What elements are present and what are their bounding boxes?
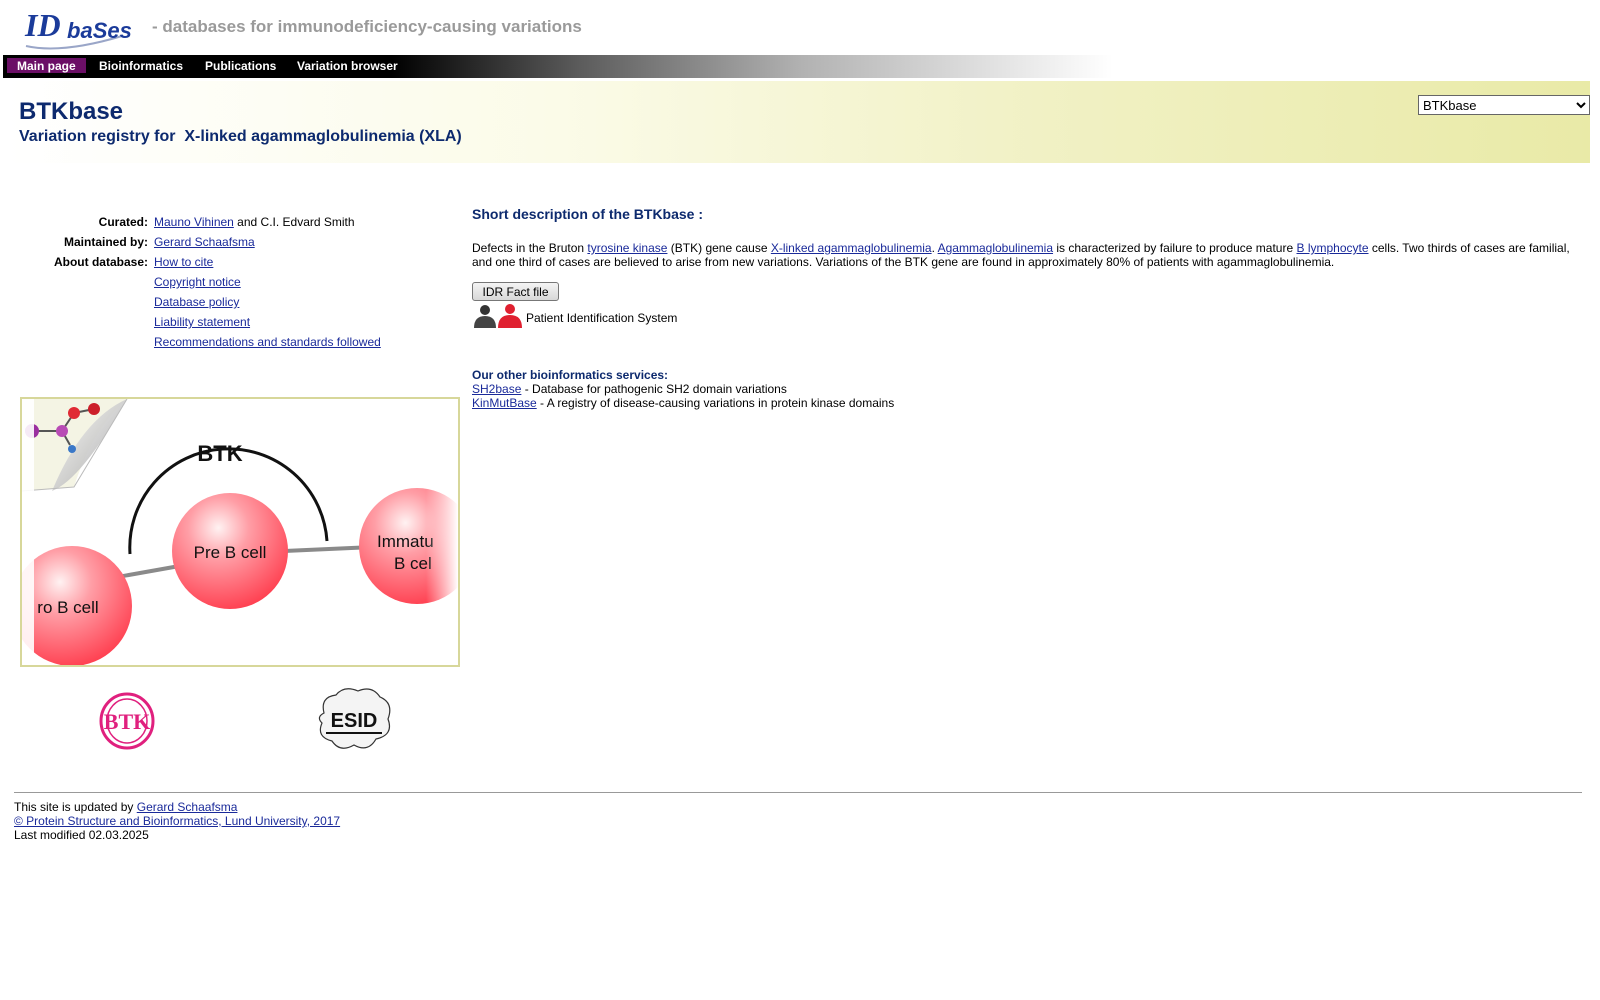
nav-publications[interactable]: Publications xyxy=(195,58,286,73)
logo-id-text: ID xyxy=(24,7,61,43)
liability-statement-link[interactable]: Liability statement xyxy=(154,315,250,329)
curated-value: Mauno Vihinen and C.I. Edvard Smith xyxy=(154,215,355,229)
pis-label: Patient Identification System xyxy=(526,311,678,325)
footer-divider xyxy=(14,792,1582,793)
about-link-cite: How to cite xyxy=(154,255,213,269)
database-policy-link[interactable]: Database policy xyxy=(154,295,239,309)
page-subtitle: Variation registry for X-linked agammagl… xyxy=(19,128,462,145)
patients-icon xyxy=(474,304,522,328)
desc-text-2: (BTK) gene cause xyxy=(667,241,771,255)
footer-updated-text: This site is updated by xyxy=(14,800,137,814)
footer-updater-link[interactable]: Gerard Schaafsma xyxy=(137,800,238,814)
btk-label: BTK xyxy=(197,441,242,466)
main-navigation: Main page Bioinformatics Publications Va… xyxy=(3,55,1113,78)
kinmutbase-desc: - A registry of disease-causing variatio… xyxy=(536,396,895,410)
nav-bioinformatics[interactable]: Bioinformatics xyxy=(89,58,193,73)
desc-text-1: Defects in the Bruton xyxy=(472,241,588,255)
service-sh2base: SH2base - Database for pathogenic SH2 do… xyxy=(472,382,787,396)
other-services-heading: Our other bioinformatics services: xyxy=(472,368,669,382)
about-link-policy: Database policy xyxy=(154,295,239,309)
btk-illustration: BTK Pre B cell ro B cell Immatu B cel xyxy=(20,397,460,667)
kinmutbase-link[interactable]: KinMutBase xyxy=(472,396,537,410)
sh2base-link[interactable]: SH2base xyxy=(472,382,521,396)
pre-b-cell-label: Pre B cell xyxy=(194,543,267,562)
idbases-logo[interactable]: ID baSes xyxy=(22,6,132,52)
page-title: BTKbase xyxy=(19,98,124,125)
maintained-label: Maintained by: xyxy=(63,235,148,249)
about-label: About database: xyxy=(53,255,148,269)
xla-link[interactable]: X-linked agammaglobulinemia xyxy=(771,241,932,255)
agammaglobulinemia-link[interactable]: Agammaglobulinemia xyxy=(938,241,1053,255)
idr-fact-file-button[interactable]: IDR Fact file xyxy=(472,282,559,301)
description-text: Defects in the Bruton tyrosine kinase (B… xyxy=(472,241,1592,269)
esid-logo[interactable]: ESID xyxy=(310,683,396,755)
copyright-notice-link[interactable]: Copyright notice xyxy=(154,275,241,289)
about-link-recommendations: Recommendations and standards followed xyxy=(154,335,381,349)
esid-logo-text: ESID xyxy=(331,710,378,732)
site-tagline: - databases for immunodeficiency-causing… xyxy=(152,17,582,36)
description-heading: Short description of the BTKbase : xyxy=(472,206,704,222)
nav-variation-browser[interactable]: Variation browser xyxy=(287,58,408,73)
service-kinmutbase: KinMutBase - A registry of disease-causi… xyxy=(472,396,894,410)
pro-b-cell-label: ro B cell xyxy=(37,598,98,617)
footer-copyright: © Protein Structure and Bioinformatics, … xyxy=(14,814,340,828)
curated-label: Curated: xyxy=(98,215,148,229)
footer-updated: This site is updated by Gerard Schaafsma xyxy=(14,800,237,814)
footer-last-modified: Last modified 02.03.2025 xyxy=(14,828,149,842)
btk-logo[interactable]: BTK xyxy=(98,691,156,751)
tyrosine-kinase-link[interactable]: tyrosine kinase xyxy=(587,241,667,255)
b-lymphocyte-link[interactable]: B lymphocyte xyxy=(1296,241,1368,255)
about-link-copyright: Copyright notice xyxy=(154,275,241,289)
immature-b-cell-label-1: Immatu xyxy=(377,532,434,551)
about-link-liability: Liability statement xyxy=(154,315,250,329)
desc-text-4: is characterized by failure to produce m… xyxy=(1053,241,1297,255)
database-select[interactable]: BTKbase xyxy=(1418,95,1590,115)
recommendations-link[interactable]: Recommendations and standards followed xyxy=(154,335,381,349)
logo-bases-text: baSes xyxy=(67,18,132,43)
copyright-link[interactable]: © Protein Structure and Bioinformatics, … xyxy=(14,814,340,828)
curator-rest: and C.I. Edvard Smith xyxy=(233,215,355,229)
curator-link[interactable]: Mauno Vihinen xyxy=(154,215,234,229)
maintained-value: Gerard Schaafsma xyxy=(154,235,255,249)
maintainer-link[interactable]: Gerard Schaafsma xyxy=(154,235,255,249)
sh2base-desc: - Database for pathogenic SH2 domain var… xyxy=(521,382,787,396)
nav-main-page[interactable]: Main page xyxy=(7,58,86,73)
how-to-cite-link[interactable]: How to cite xyxy=(154,255,213,269)
title-band: BTKbase Variation registry for X-linked … xyxy=(6,81,1590,163)
btk-logo-text: BTK xyxy=(104,709,150,734)
